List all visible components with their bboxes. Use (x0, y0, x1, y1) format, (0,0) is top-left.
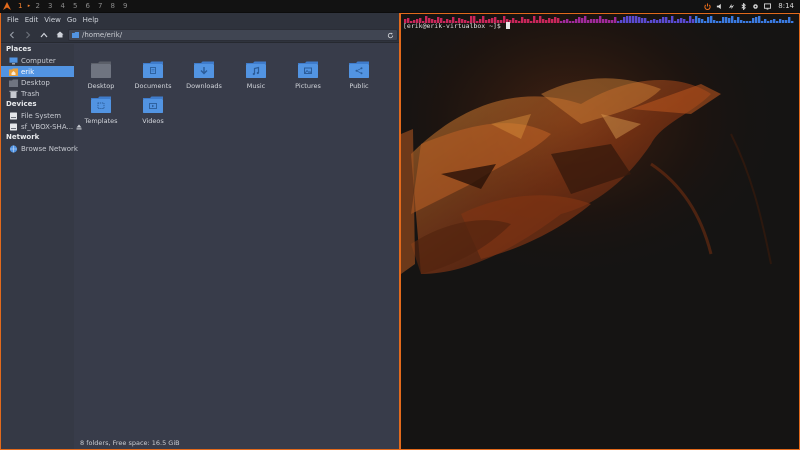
templates-folder-icon (91, 95, 111, 113)
folder-label: Desktop (87, 82, 115, 90)
sidebar-item-label: Computer (21, 56, 56, 65)
back-button[interactable] (5, 29, 19, 41)
folder-item-documents[interactable]: Documents (127, 60, 179, 94)
file-view[interactable]: Desktop Documents Downloads Music Pictures Pu… (75, 44, 400, 437)
sidebar-item-label: erik (21, 67, 35, 76)
location-bar[interactable]: /home/erik/ (68, 29, 398, 41)
menu-edit[interactable]: Edit (22, 13, 42, 27)
folder-item-pictures[interactable]: Pictures (282, 60, 334, 94)
system-tray: 8:14 (704, 0, 794, 12)
folder-item-templates[interactable]: Templates (75, 95, 127, 129)
sidebar-heading-places: Places (6, 45, 32, 53)
reload-icon[interactable] (386, 31, 394, 39)
power-icon[interactable] (704, 2, 711, 10)
menu-view[interactable]: View (41, 13, 64, 27)
folder-label: Documents (134, 82, 172, 90)
top-panel: 1 ▸ 2 3 4 5 6 7 8 9 8:14 (0, 0, 800, 12)
settings-icon[interactable] (752, 3, 759, 10)
folder-label: Music (246, 82, 266, 90)
sidebar-item-label: Browse Network (21, 144, 78, 153)
folder-label: Templates (84, 117, 118, 125)
trash-icon (9, 90, 18, 98)
menu-bar: File Edit View Go Help (1, 13, 399, 27)
documents-folder-icon (143, 60, 163, 78)
desktop: 1 ▸ 2 3 4 5 6 7 8 9 8:14 File Edit View Go He (0, 0, 800, 450)
sidebar-item-label: Desktop (21, 78, 50, 87)
drive-icon (9, 123, 18, 131)
terminal-cursor (505, 22, 510, 29)
desktop-folder-icon (91, 60, 111, 78)
menu-help[interactable]: Help (80, 13, 102, 27)
globe-icon (9, 144, 18, 153)
display-icon[interactable] (764, 2, 772, 10)
status-bar: 8 folders, Free space: 16.5 GiB (80, 439, 180, 447)
sidebar-item-computer[interactable]: Computer (1, 55, 74, 66)
folder-label: Pictures (295, 82, 321, 90)
folder-item-videos[interactable]: Videos (127, 95, 179, 129)
sidebar-heading-network: Network (6, 133, 40, 141)
folder-icon (72, 32, 79, 38)
volume-icon[interactable] (716, 3, 723, 10)
sidebar: Places Computer erik Desktop Trash Devices Fil… (1, 44, 82, 449)
up-button[interactable] (37, 29, 51, 41)
sidebar-item-trash[interactable]: Trash (1, 88, 74, 99)
workspace-1[interactable]: 1 (14, 0, 27, 12)
desktop-folder-icon (9, 79, 18, 87)
computer-icon (9, 57, 18, 65)
clock[interactable]: 8:14 (778, 0, 794, 12)
wallpaper-image (401, 14, 799, 449)
workspace-8[interactable]: 8 (107, 0, 120, 12)
workspace-9[interactable]: 9 (119, 0, 132, 12)
bluetooth-icon[interactable] (740, 2, 747, 10)
sidebar-item-erik[interactable]: erik (1, 66, 74, 77)
sidebar-item-browse-network[interactable]: Browse Network (1, 143, 78, 154)
terminal-prompt[interactable]: [erik@erik-virtualbox ~]$ (403, 22, 510, 30)
file-manager-window: File Edit View Go Help /home/erik/ Place… (0, 13, 400, 450)
pictures-folder-icon (298, 60, 318, 78)
sidebar-item-desktop[interactable]: Desktop (1, 77, 74, 88)
videos-folder-icon (143, 95, 163, 113)
workspace-7[interactable]: 7 (94, 0, 107, 12)
workspace-2[interactable]: 2 (32, 0, 45, 12)
sidebar-item-label: File System (21, 111, 62, 120)
workspace-6[interactable]: 6 (82, 0, 95, 12)
music-folder-icon (246, 60, 266, 78)
folder-item-public[interactable]: Public (333, 60, 385, 94)
folder-label: Public (349, 82, 369, 90)
drive-icon (9, 112, 18, 120)
downloads-folder-icon (194, 60, 214, 78)
public-folder-icon (349, 60, 369, 78)
folder-item-music[interactable]: Music (230, 60, 282, 94)
folder-label: Downloads (186, 82, 222, 90)
menu-go[interactable]: Go (64, 13, 80, 27)
sidebar-item-file-system[interactable]: File System (1, 110, 74, 121)
workspace-4[interactable]: 4 (57, 0, 70, 12)
home-folder-icon (9, 68, 18, 76)
app-launcher-icon[interactable] (0, 0, 14, 12)
home-button[interactable] (53, 29, 67, 41)
workspace-5[interactable]: 5 (69, 0, 82, 12)
folder-item-desktop[interactable]: Desktop (75, 60, 127, 94)
sidebar-heading-devices: Devices (6, 100, 37, 108)
forward-button[interactable] (21, 29, 35, 41)
network-icon[interactable] (728, 3, 735, 10)
terminal-window[interactable]: [erik@erik-virtualbox ~]$ (400, 13, 800, 450)
folder-label: Videos (142, 117, 164, 125)
location-path: /home/erik/ (82, 31, 123, 39)
workspace-3[interactable]: 3 (44, 0, 57, 12)
sidebar-item-label: sf_VBOX-SHA... (21, 122, 74, 131)
sidebar-item-sf-vbox-sha[interactable]: sf_VBOX-SHA... (1, 121, 82, 132)
sidebar-item-label: Trash (21, 89, 40, 98)
workspace-switcher: 1 ▸ 2 3 4 5 6 7 8 9 (14, 0, 132, 12)
folder-item-downloads[interactable]: Downloads (178, 60, 230, 94)
menu-file[interactable]: File (4, 13, 22, 27)
